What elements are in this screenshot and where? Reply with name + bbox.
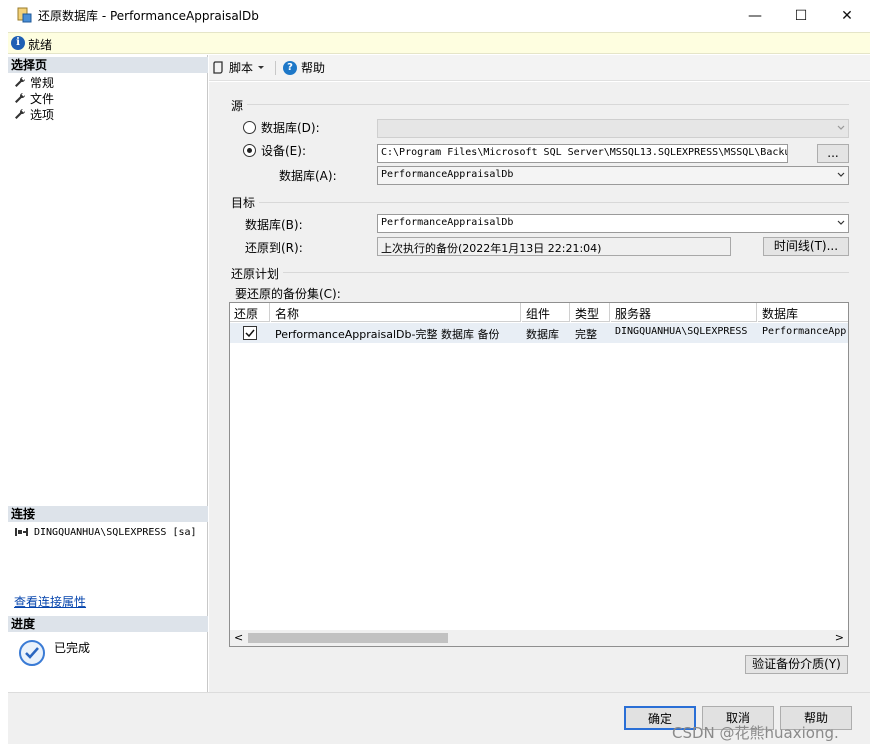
dropdown-arrow-icon — [258, 65, 265, 69]
page-item-options[interactable]: 选项 — [14, 106, 54, 122]
connection-header: 连接 — [8, 506, 208, 522]
page-item-files[interactable]: 文件 — [14, 90, 54, 106]
minimize-button[interactable]: — — [732, 0, 778, 32]
left-panel: 选择页 常规 文件 选项 连接 DINGQUANHUA\SQLEXPRESS [… — [8, 55, 208, 692]
table-row-type-cell: 完整 — [571, 323, 611, 343]
title-bar: 还原数据库 - PerformanceAppraisalDb — ☐ ✕ — [8, 0, 870, 32]
source-database-select — [377, 119, 849, 138]
completed-check-icon — [19, 640, 45, 666]
watermark-text: CSDN @花熊huaxiong. — [672, 724, 839, 742]
info-icon: i — [11, 36, 25, 50]
scroll-left-arrow-icon[interactable]: < — [234, 631, 243, 644]
source-group-label: 源 — [231, 97, 248, 114]
table-row-server-cell: DINGQUANHUA\SQLEXPRESS — [611, 323, 758, 343]
destination-group-line — [231, 202, 849, 203]
view-connection-properties-link[interactable]: 查看连接属性 — [14, 593, 86, 610]
restore-plan-group-label: 还原计划 — [231, 265, 284, 282]
status-text: 就绪 — [28, 38, 53, 52]
source-database-radio[interactable] — [243, 121, 256, 134]
source-device-radio-label: 设备(E): — [261, 144, 306, 158]
close-button[interactable]: ✕ — [824, 0, 870, 32]
browse-device-button[interactable]: ... — [817, 144, 849, 163]
checkbox-checked-icon[interactable] — [243, 326, 257, 340]
restore-plan-group-line — [231, 272, 849, 273]
wrench-icon — [15, 108, 26, 119]
page-item-label: 文件 — [30, 91, 55, 106]
toolbar-separator — [275, 61, 276, 75]
source-database-value: PerformanceAppraisalDb — [381, 169, 514, 180]
destination-group-label: 目标 — [231, 194, 260, 211]
toolbar: 脚本 ? 帮助 — [209, 55, 870, 81]
help-icon: ? — [283, 60, 297, 75]
select-page-header: 选择页 — [8, 57, 208, 73]
source-device-radio[interactable] — [243, 144, 256, 157]
script-label: 脚本 — [229, 61, 254, 75]
table-row-component-cell: 数据库 — [522, 323, 571, 343]
scrollbar-thumb[interactable] — [248, 633, 448, 643]
destination-database-combobox[interactable]: PerformanceAppraisalDb — [377, 214, 849, 233]
source-database-dropdown[interactable]: PerformanceAppraisalDb — [377, 166, 849, 185]
restore-to-field: 上次执行的备份(2022年1月13日 22:21:04) — [377, 237, 731, 256]
page-item-label: 选项 — [30, 107, 55, 122]
chevron-down-icon — [837, 172, 845, 177]
connection-text: DINGQUANHUA\SQLEXPRESS [sa] — [34, 526, 197, 538]
column-header-name[interactable]: 名称 — [271, 303, 521, 322]
connection-plug-icon — [15, 528, 28, 536]
table-row-name-cell: PerformanceAppraisalDb-完整 数据库 备份 — [271, 323, 522, 343]
script-dropdown-button[interactable]: 脚本 — [213, 59, 265, 76]
wrench-icon — [15, 92, 26, 103]
source-database-label: 数据库(A): — [279, 169, 337, 183]
progress-status-text: 已完成 — [54, 641, 91, 655]
table-row-restore-cell[interactable] — [230, 323, 271, 343]
column-header-database[interactable]: 数据库 — [758, 303, 848, 322]
table-row-database-cell: PerformanceAppraisalDb — [758, 323, 848, 343]
column-header-component[interactable]: 组件 — [522, 303, 570, 322]
status-banner: i 就绪 — [8, 32, 870, 54]
destination-database-value: PerformanceAppraisalDb — [381, 217, 514, 228]
column-header-type[interactable]: 类型 — [571, 303, 610, 322]
script-icon — [213, 60, 223, 74]
page-item-general[interactable]: 常规 — [14, 74, 54, 90]
source-group-line — [231, 104, 849, 105]
destination-database-label: 数据库(B): — [245, 218, 303, 232]
source-database-radio-label: 数据库(D): — [261, 121, 320, 135]
maximize-button[interactable]: ☐ — [778, 0, 824, 32]
progress-header: 进度 — [8, 616, 208, 632]
backup-sets-grid[interactable]: 还原 名称 组件 类型 服务器 数据库 PerformanceAppraisal… — [229, 302, 849, 647]
chevron-down-icon — [837, 220, 845, 225]
page-item-label: 常规 — [30, 75, 55, 90]
window-title: 还原数据库 - PerformanceAppraisalDb — [38, 9, 259, 23]
timeline-button[interactable]: 时间线(T)... — [763, 237, 849, 256]
column-header-restore[interactable]: 还原 — [230, 303, 270, 322]
wrench-icon — [15, 76, 26, 87]
scroll-right-arrow-icon[interactable]: > — [835, 631, 844, 644]
connection-info: DINGQUANHUA\SQLEXPRESS [sa] — [14, 526, 197, 538]
help-toolbar-button[interactable]: ? 帮助 — [283, 59, 325, 76]
device-path-field[interactable]: C:\Program Files\Microsoft SQL Server\MS… — [377, 144, 788, 163]
chevron-down-icon — [837, 125, 845, 130]
horizontal-scrollbar[interactable]: < > — [230, 630, 848, 646]
help-label: 帮助 — [301, 61, 326, 75]
restore-database-app-icon — [17, 7, 32, 23]
verify-backup-media-button[interactable]: 验证备份介质(Y) — [745, 655, 848, 674]
restore-to-label: 还原到(R): — [245, 241, 303, 255]
column-header-server[interactable]: 服务器 — [611, 303, 757, 322]
backup-sets-label: 要还原的备份集(C): — [235, 287, 341, 301]
